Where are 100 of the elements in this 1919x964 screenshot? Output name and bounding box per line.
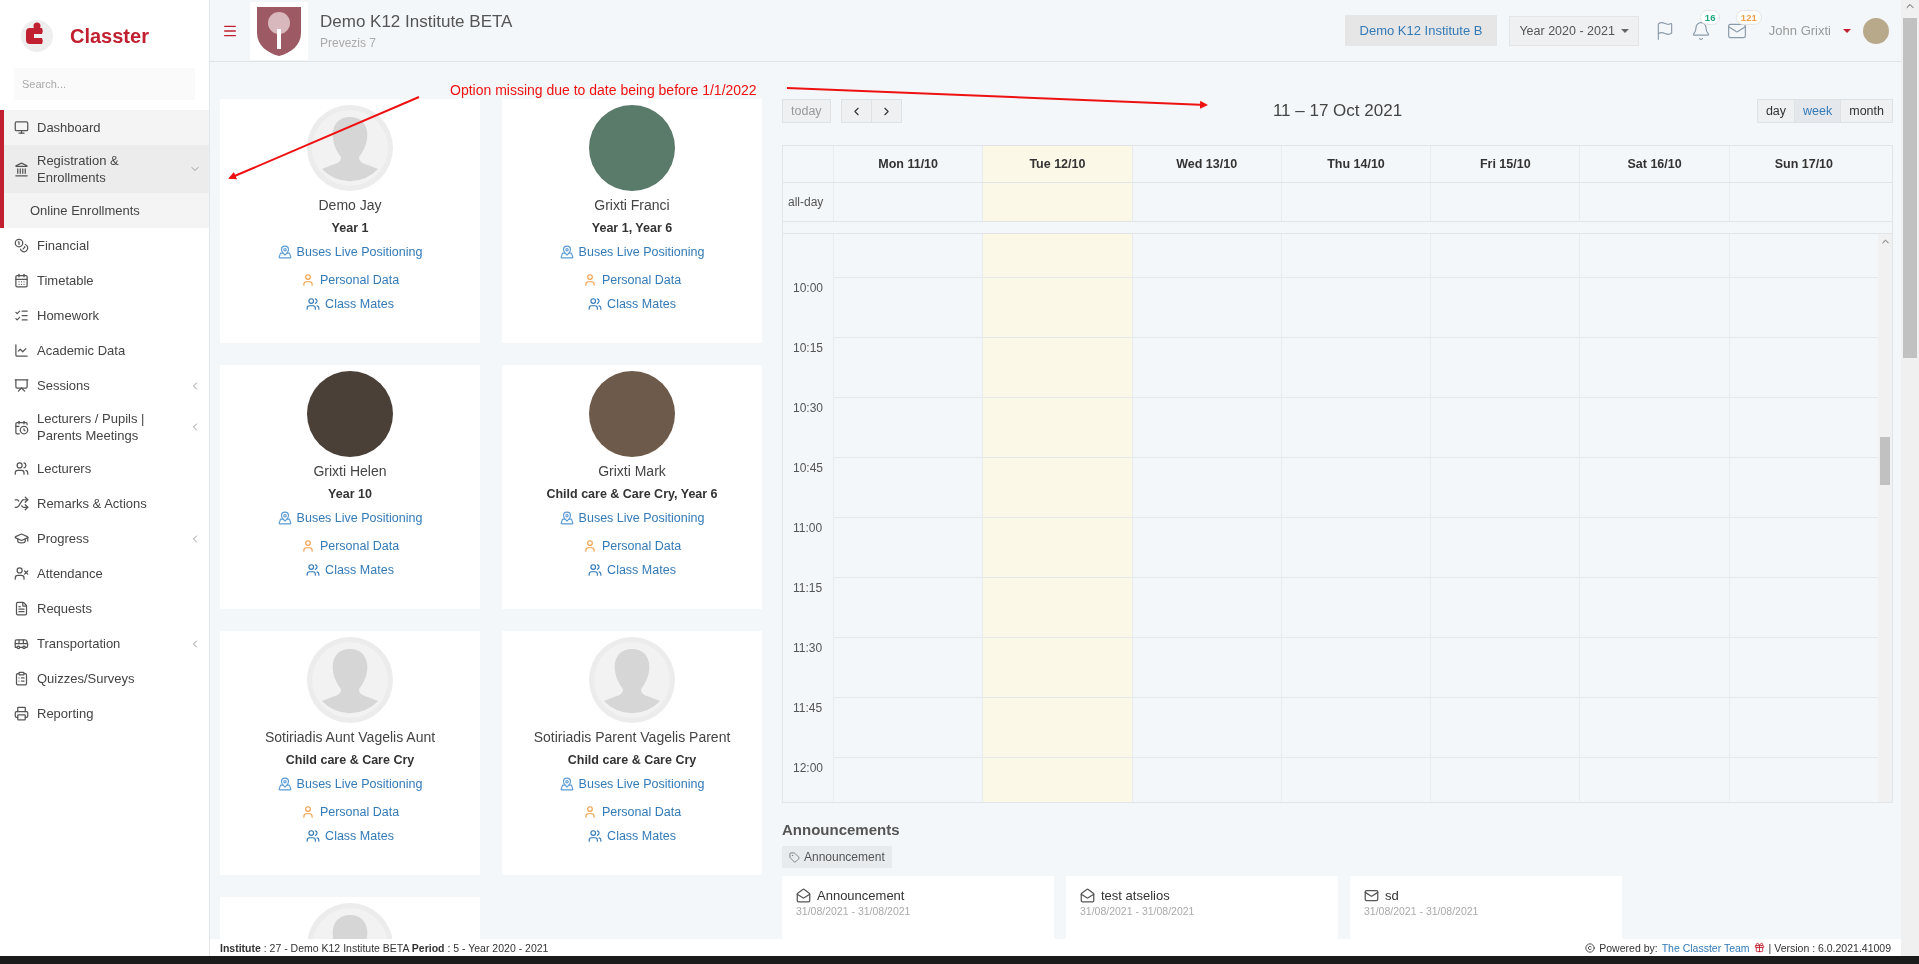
sidebar-item[interactable]: Lecturers [0, 451, 209, 486]
student-link[interactable]: Personal Data [300, 539, 400, 553]
student-link[interactable]: Buses Live Positioning [277, 777, 423, 791]
sidebar-item[interactable]: Progress [0, 521, 209, 556]
announcement-card[interactable]: test atselios 31/08/2021 - 31/08/2021 [1066, 876, 1338, 939]
student-link[interactable]: Class Mates [588, 829, 676, 843]
sidebar-item[interactable]: Financial [0, 228, 209, 263]
institute-button[interactable]: Demo K12 Institute B [1344, 15, 1498, 46]
view-tab[interactable]: week [1795, 99, 1842, 123]
student-link[interactable]: Personal Data [300, 273, 400, 287]
student-name: Grixti Helen [313, 463, 387, 479]
sidebar-item[interactable]: Timetable [0, 263, 209, 298]
announcement-card[interactable]: sd 31/08/2021 - 31/08/2021 [1350, 876, 1622, 939]
sidebar-subitem[interactable]: Online Enrollments [0, 193, 209, 228]
student-name: Grixti Mark [598, 463, 666, 479]
time-label: 11:30 [792, 640, 824, 657]
institute-address: Prevezis 7 [320, 35, 378, 50]
student-classes: Year 1 [331, 221, 369, 235]
message-count: 121 [1735, 9, 1762, 25]
student-link[interactable]: Buses Live Positioning [277, 245, 423, 259]
search-field[interactable]: Search... [14, 68, 195, 100]
view-tab[interactable]: month [1841, 99, 1893, 123]
sidebar-item[interactable]: Registration & Enrollments [0, 145, 209, 193]
student-link[interactable]: Personal Data [582, 539, 682, 553]
caret-icon [1843, 28, 1851, 33]
bank-icon [14, 161, 29, 177]
sidebar-item[interactable]: Transportation [0, 626, 209, 661]
logo-icon [20, 19, 54, 53]
map-pin-icon [559, 777, 574, 791]
notification-count: 16 [1699, 9, 1721, 25]
student-link[interactable]: Class Mates [306, 829, 394, 843]
student-name: Sotiriadis Parent Vagelis Parent [533, 729, 731, 745]
sidebar-item[interactable]: Quizzes/Surveys [0, 661, 209, 696]
sidebar-item[interactable]: Attendance [0, 556, 209, 591]
student-link[interactable]: Class Mates [588, 297, 676, 311]
institute-name: Demo K12 Institute BETA [320, 11, 514, 32]
previous-button[interactable] [840, 99, 872, 123]
day-header: Fri 15/10 [1430, 146, 1580, 182]
presentation-icon [14, 378, 29, 393]
student-classes: Year 10 [328, 487, 372, 501]
time-label: 10:45 [792, 460, 825, 477]
calendar-clock-icon [14, 419, 29, 435]
users-icon [588, 563, 603, 577]
student-classes: Child care & Care Cry, Year 6 [546, 487, 718, 501]
announcement-card[interactable]: Announcement 31/08/2021 - 31/08/2021 [782, 876, 1054, 939]
team-link[interactable]: The Classter Team [1661, 941, 1750, 954]
sidebar-item[interactable]: Lecturers / Pupils | Parents Meetings [0, 403, 209, 451]
notifications-button[interactable] [1690, 20, 1711, 41]
sidebar-item[interactable]: Remarks & Actions [0, 486, 209, 521]
announcement-title: test atselios [1101, 888, 1170, 903]
student-link[interactable]: Personal Data [582, 805, 682, 819]
photo-placeholder [1863, 17, 1889, 44]
all-day-label: all-day [787, 195, 825, 209]
user-icon [300, 273, 315, 287]
user-icon [582, 805, 597, 819]
sidebar-item[interactable]: Requests [0, 591, 209, 626]
time-label: 11:00 [792, 520, 824, 537]
time-label: 11:45 [792, 700, 824, 717]
scrollbar-thumb[interactable] [1903, 18, 1917, 358]
version-text: | Version : 6.0.2021.41009 [1768, 941, 1891, 954]
users-icon [306, 563, 321, 577]
time-label: 10:15 [792, 340, 825, 357]
student-link[interactable]: Personal Data [582, 273, 682, 287]
day-header: Tue 12/10 [982, 146, 1132, 182]
bus-icon [14, 636, 29, 651]
next-button[interactable] [871, 99, 902, 123]
filter-tag[interactable]: Announcement [782, 846, 892, 868]
user-icon [582, 273, 597, 287]
sidebar-item[interactable]: Reporting [0, 696, 209, 731]
sidebar-item[interactable]: Homework [0, 298, 209, 333]
student-link[interactable]: Class Mates [588, 563, 676, 577]
student-link[interactable]: Buses Live Positioning [277, 511, 423, 525]
sidebar-item[interactable]: Dashboard [0, 110, 209, 145]
sidebar-item[interactable]: Academic Data [0, 333, 209, 368]
student-link[interactable]: Buses Live Positioning [559, 777, 705, 791]
scrollbar-thumb[interactable] [1880, 437, 1890, 485]
users-icon [588, 297, 603, 311]
student-classes: Child care & Care Cry [567, 753, 697, 767]
student-link[interactable]: Class Mates [306, 297, 394, 311]
view-tab[interactable]: day [1756, 99, 1796, 123]
map-pin-icon [559, 511, 574, 525]
student-classes: Year 1, Year 6 [591, 221, 673, 235]
student-link[interactable]: Buses Live Positioning [559, 245, 705, 259]
laptop-icon [14, 120, 29, 135]
graduation-cap-icon [14, 531, 29, 546]
page-scrollbar[interactable] [1901, 0, 1919, 956]
student-link[interactable]: Buses Live Positioning [559, 511, 705, 525]
year-dropdown[interactable]: Year 2020 - 2021 [1509, 15, 1639, 46]
sidebar-item[interactable]: Sessions [0, 368, 209, 403]
student-link[interactable]: Personal Data [300, 805, 400, 819]
users-icon [14, 461, 29, 476]
student-link[interactable]: Class Mates [306, 563, 394, 577]
student-name: Grixti Franci [594, 197, 670, 213]
user-icon [300, 805, 315, 819]
chart-icon [14, 343, 29, 358]
gift-icon [1753, 942, 1765, 953]
envelope-open-icon [1080, 888, 1095, 903]
tag-icon [789, 851, 800, 863]
day-header: Thu 14/10 [1280, 146, 1431, 182]
scrollbar[interactable] [1878, 234, 1892, 802]
